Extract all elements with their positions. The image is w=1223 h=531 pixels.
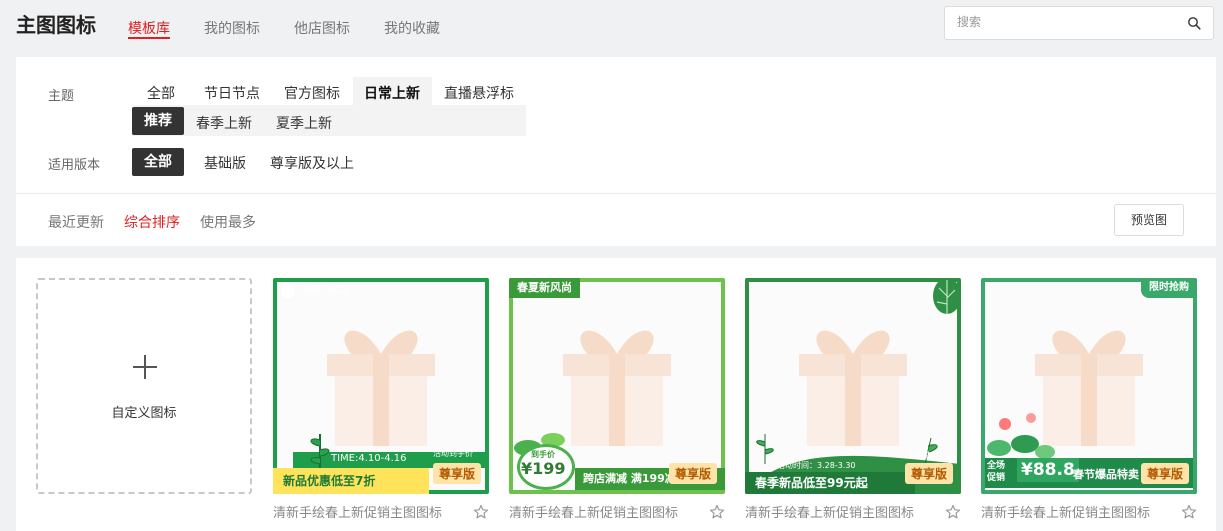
gift-icon — [327, 330, 435, 446]
template-card-1[interactable]: YOUR LOGO TIME:4.10-4.16 活动到手价 新品优惠低至7折 … — [273, 278, 489, 521]
template-card-2[interactable]: 春夏新风尚 到手价 ¥199 跨店满减 满199减 尊享版 清新手绘春上新促销主… — [509, 278, 725, 521]
template-card-4[interactable]: 限时抢购 全场促销 ¥88.8 春节爆品特卖 尊享版 清新手绘春上新促销主图图标 — [981, 278, 1197, 521]
search-box — [944, 6, 1214, 40]
version-option-basic[interactable]: 基础版 — [204, 153, 246, 173]
monstera-leaf-icon — [933, 278, 961, 314]
version-option-premium[interactable]: 尊享版及以上 — [270, 153, 354, 173]
promo-bar: 春季新品低至99元起 — [745, 472, 915, 494]
theme-label: 主题 — [48, 89, 75, 104]
price-tag-text: 活动到手价 — [433, 449, 473, 458]
theme-option-daily-new[interactable]: 日常上新 — [364, 83, 420, 103]
theme-option-live-float[interactable]: 直播悬浮标 — [444, 83, 514, 103]
tab-template-library[interactable]: 模板库 — [128, 0, 170, 39]
template-caption-row: 清新手绘春上新促销主图图标 — [273, 502, 489, 521]
tab-my-icons[interactable]: 我的图标 — [204, 0, 260, 39]
theme-option-all[interactable]: 全部 — [147, 83, 175, 103]
sub-option-summer-new[interactable]: 夏季上新 — [276, 113, 332, 133]
gift-icon — [563, 330, 671, 446]
tier-badge: 尊享版 — [668, 463, 717, 484]
template-card-3[interactable]: 活动时间：3.28-3.30 上新价： 春季新品低至99元起 尊享版 清新手绘春… — [745, 278, 961, 521]
theme-option-holiday[interactable]: 节日节点 — [204, 83, 260, 103]
sort-comprehensive[interactable]: 综合排序 — [124, 212, 180, 232]
filter-panel: 主题 全部 节日节点 官方图标 日常上新 直播悬浮标 推荐 春季上新 夏季上新 … — [16, 57, 1216, 246]
custom-icon-card[interactable]: 自定义图标 — [36, 278, 252, 494]
custom-icon-label: 自定义图标 — [111, 406, 177, 421]
template-caption: 清新手绘春上新促销主图图标 — [273, 506, 443, 521]
price-tag-text: 上新价： — [907, 451, 939, 460]
template-thumbnail[interactable]: 限时抢购 全场促销 ¥88.8 春节爆品特卖 尊享版 — [981, 278, 1197, 494]
template-caption-row: 清新手绘春上新促销主图图标 — [509, 502, 725, 521]
sort-recent[interactable]: 最近更新 — [48, 212, 104, 232]
tab-my-favorites[interactable]: 我的收藏 — [384, 0, 440, 39]
leaf-icon — [310, 434, 330, 468]
search-input[interactable] — [955, 14, 1179, 30]
price-value: ¥88.8 — [1017, 458, 1079, 482]
logo-circle-icon — [281, 284, 295, 298]
left-tag: 全场促销 — [987, 461, 1006, 483]
page-title: 主图图标 — [16, 13, 96, 37]
corner-logo-text: YOUR LOGO — [299, 286, 347, 295]
template-caption: 清新手绘春上新促销主图图标 — [745, 506, 915, 521]
corner-banner: 春夏新风尚 — [509, 278, 580, 298]
template-caption: 清新手绘春上新促销主图图标 — [981, 506, 1151, 521]
preview-button[interactable]: 预览图 — [1114, 204, 1184, 236]
promo-bar: 新品优惠低至7折 — [273, 468, 429, 494]
plus-icon — [133, 355, 157, 379]
tab-bar: 模板库 我的图标 他店图标 我的收藏 — [128, 0, 474, 57]
version-label: 适用版本 — [48, 158, 101, 173]
template-gallery: 自定义图标 YOUR LOGO TIME:4.10-4.16 活动到手价 新品优… — [16, 258, 1216, 531]
template-caption-row: 清新手绘春上新促销主图图标 — [981, 502, 1197, 521]
price-value: ¥199 — [521, 459, 566, 478]
search-icon[interactable] — [1187, 16, 1201, 30]
promo-text: 春节爆品特卖 — [1073, 468, 1139, 481]
star-icon[interactable] — [473, 504, 489, 520]
star-icon[interactable] — [945, 504, 961, 520]
theme-option-official[interactable]: 官方图标 — [284, 83, 340, 103]
divider — [16, 193, 1216, 194]
tab-other-store-icons[interactable]: 他店图标 — [294, 0, 350, 39]
version-option-all[interactable]: 全部 — [132, 148, 184, 176]
tier-badge: 尊享版 — [1140, 463, 1189, 484]
template-thumbnail[interactable]: 春夏新风尚 到手价 ¥199 跨店满减 满199减 尊享版 — [509, 278, 725, 494]
template-caption: 清新手绘春上新促销主图图标 — [509, 506, 679, 521]
star-icon[interactable] — [1181, 504, 1197, 520]
tier-badge: 尊享版 — [904, 463, 953, 484]
time-text: TIME:4.10-4.16 — [331, 453, 407, 464]
sub-option-spring-new[interactable]: 春季上新 — [196, 113, 252, 133]
top-bar: 主图图标 模板库 我的图标 他店图标 我的收藏 — [0, 0, 1223, 57]
tier-badge: 尊享版 — [432, 463, 481, 484]
sub-option-recommended[interactable]: 推荐 — [132, 107, 184, 135]
corner-banner: 限时抢购 — [1141, 278, 1197, 298]
template-caption-row: 清新手绘春上新促销主图图标 — [745, 502, 961, 521]
time-text: 活动时间：3.28-3.30 — [777, 461, 856, 470]
sort-most-used[interactable]: 使用最多 — [200, 212, 256, 232]
template-thumbnail[interactable]: 活动时间：3.28-3.30 上新价： 春季新品低至99元起 尊享版 — [745, 278, 961, 494]
star-icon[interactable] — [709, 504, 725, 520]
template-thumbnail[interactable]: YOUR LOGO TIME:4.10-4.16 活动到手价 新品优惠低至7折 … — [273, 278, 489, 494]
